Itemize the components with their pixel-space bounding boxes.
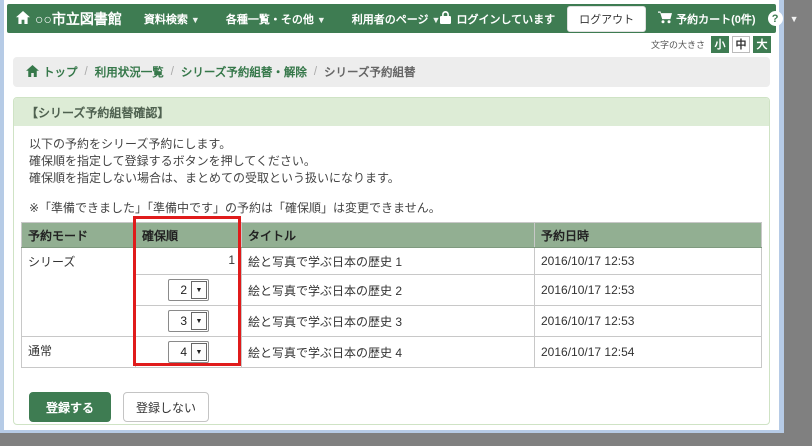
chevron-down-icon: ▼ — [790, 14, 799, 24]
login-status-label: ログインしています — [456, 11, 555, 27]
chevron-down-icon: ▼ — [317, 15, 326, 25]
datetime-cell: 2016/10/17 12:53 — [535, 306, 762, 337]
help-menu[interactable]: ? ▼ — [768, 11, 799, 26]
menu-lists-other[interactable]: 各種一覧・その他▼ — [226, 11, 326, 27]
description-line: 以下の予約をシリーズ予約にします。 — [29, 136, 762, 153]
chevron-down-icon: ▼ — [191, 281, 207, 299]
text-size-medium-button[interactable]: 中 — [732, 36, 750, 53]
chevron-down-icon: ▼ — [191, 15, 200, 25]
menu-material-search[interactable]: 資料検索▼ — [144, 11, 200, 27]
title-cell: 絵と写真で学ぶ日本の歴史 3 — [242, 306, 535, 337]
chevron-down-icon: ▼ — [432, 15, 441, 25]
panel-title: 【シリーズ予約組替確認】 — [14, 98, 769, 126]
text-size-large-button[interactable]: 大 — [753, 36, 771, 53]
breadcrumb-home-link[interactable]: トップ — [26, 64, 78, 80]
title-cell: 絵と写真で学ぶ日本の歴史 4 — [242, 337, 535, 368]
column-header-mode: 予約モード — [22, 223, 136, 248]
description-line: 確保順を指定して登録するボタンを押してください。 — [29, 153, 762, 170]
title-cell: 絵と写真で学ぶ日本の歴史 1 — [242, 248, 535, 275]
column-header-title: タイトル — [242, 223, 535, 248]
table-row: シリーズ 1 絵と写真で学ぶ日本の歴史 1 2016/10/17 12:53 — [22, 248, 762, 275]
breadcrumb-separator: / — [314, 66, 317, 78]
browser-window: ○○市立図書館 資料検索▼ 各種一覧・その他▼ 利用者のページ▼ ログインしてい… — [0, 0, 784, 433]
column-header-order: 確保順 — [136, 223, 242, 248]
register-button[interactable]: 登録する — [29, 392, 111, 422]
login-status: ログインしています — [440, 11, 555, 27]
order-cell: 2▼ — [136, 275, 242, 306]
breadcrumb-link-series-change[interactable]: シリーズ予約組替・解除 — [181, 64, 307, 80]
breadcrumb-link-usage-list[interactable]: 利用状況一覧 — [95, 64, 164, 80]
cart-icon — [658, 11, 672, 27]
column-header-datetime: 予約日時 — [535, 223, 762, 248]
text-size-small-button[interactable]: 小 — [711, 36, 729, 53]
cancel-button[interactable]: 登録しない — [123, 392, 209, 422]
text-size-label: 文字の大きさ — [651, 38, 705, 51]
order-cell: 4▼ — [136, 337, 242, 368]
nav-menus: 資料検索▼ 各種一覧・その他▼ 利用者のページ▼ — [144, 11, 441, 27]
reservation-cart-link[interactable]: 予約カート(0件) — [658, 11, 755, 27]
nav-right-group: ログインしています ログアウト 予約カート(0件) ? ▼ — [440, 6, 798, 32]
help-icon: ? — [768, 11, 783, 26]
action-buttons: 登録する 登録しない — [29, 392, 762, 422]
datetime-cell: 2016/10/17 12:53 — [535, 275, 762, 306]
cart-label: 予約カート(0件) — [676, 11, 755, 27]
top-navbar: ○○市立図書館 資料検索▼ 各種一覧・その他▼ 利用者のページ▼ ログインしてい… — [7, 4, 776, 33]
brand-label: ○○市立図書館 — [35, 9, 122, 29]
text-size-row: 文字の大きさ 小 中 大 — [4, 33, 779, 55]
home-icon — [26, 65, 39, 80]
library-brand-link[interactable]: ○○市立図書館 — [16, 9, 122, 29]
description-line: 確保順を指定しない場合は、まとめての受取という扱いになります。 — [29, 170, 762, 187]
datetime-cell: 2016/10/17 12:54 — [535, 337, 762, 368]
lock-icon — [440, 11, 451, 27]
order-select[interactable]: 2▼ — [168, 279, 209, 301]
note-text: ※「準備できました」「準備中です」の予約は「確保順」は変更できません。 — [29, 199, 762, 216]
breadcrumb-separator: / — [85, 66, 88, 78]
panel-body: 以下の予約をシリーズ予約にします。 確保順を指定して登録するボタンを押してくださ… — [14, 126, 769, 422]
home-icon — [16, 11, 30, 27]
breadcrumb: トップ / 利用状況一覧 / シリーズ予約組替・解除 / シリーズ予約組替 — [13, 57, 770, 87]
order-select[interactable]: 4▼ — [168, 341, 209, 363]
order-select[interactable]: 3▼ — [168, 310, 209, 332]
table-row: 通常 4▼ 絵と写真で学ぶ日本の歴史 4 2016/10/17 12:54 — [22, 337, 762, 368]
mode-cell: シリーズ — [22, 248, 136, 337]
logout-button[interactable]: ログアウト — [567, 6, 646, 32]
table-header-row: 予約モード 確保順 タイトル 予約日時 — [22, 223, 762, 248]
breadcrumb-current: シリーズ予約組替 — [324, 64, 415, 80]
order-cell: 3▼ — [136, 306, 242, 337]
chevron-down-icon: ▼ — [191, 312, 207, 330]
mode-cell: 通常 — [22, 337, 136, 368]
breadcrumb-separator: / — [171, 66, 174, 78]
chevron-down-icon: ▼ — [191, 343, 207, 361]
title-cell: 絵と写真で学ぶ日本の歴史 2 — [242, 275, 535, 306]
menu-user-page[interactable]: 利用者のページ▼ — [352, 11, 441, 27]
order-cell: 1 — [136, 248, 242, 275]
reservation-table: 予約モード 確保順 タイトル 予約日時 シリーズ 1 絵と写真で学ぶ日本の歴史 … — [21, 222, 762, 368]
series-reservation-confirm-panel: 【シリーズ予約組替確認】 以下の予約をシリーズ予約にします。 確保順を指定して登… — [13, 97, 770, 425]
datetime-cell: 2016/10/17 12:53 — [535, 248, 762, 275]
